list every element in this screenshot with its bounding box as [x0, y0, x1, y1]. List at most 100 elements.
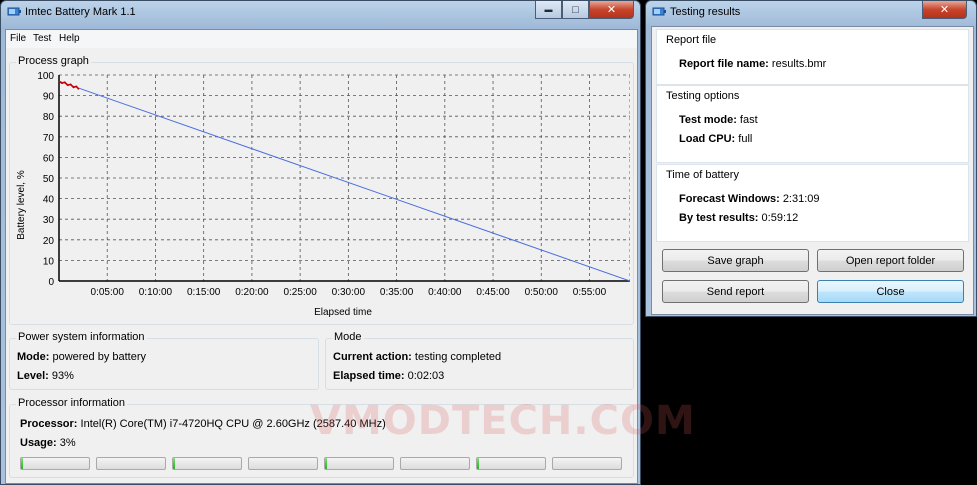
battery-chart: Battery level, % Elapsed time 0 10 20 30 40 5…: [16, 71, 630, 318]
mode-title: Mode: [332, 331, 364, 343]
x-tick-label: 0:40:00: [428, 287, 462, 298]
y-tick-label: 80: [43, 112, 55, 123]
chart-ylabel: Battery level, %: [16, 170, 27, 240]
y-tick-label: 0: [48, 277, 54, 288]
report-file-name-value: results.bmr: [771, 58, 827, 70]
report-file-panel: Report file Report file name: results.bm…: [656, 29, 969, 85]
core-load-bar: [476, 457, 546, 470]
menu-help[interactable]: Help: [59, 33, 80, 44]
results-window-title: Testing results: [670, 6, 741, 18]
power-mode-value: powered by battery: [52, 351, 147, 363]
x-tick-label: 0:05:00: [91, 287, 125, 298]
close-button[interactable]: ✕: [589, 1, 634, 19]
x-tick-label: 0:50:00: [525, 287, 559, 298]
usage-value: 3%: [59, 437, 76, 449]
open-report-folder-button[interactable]: Open report folder: [817, 249, 964, 272]
processor-title: Processor information: [16, 397, 127, 409]
close-icon: ✕: [939, 4, 950, 16]
maximize-button[interactable]: □: [562, 1, 589, 19]
power-system-group: Power system information Mode: powered b…: [9, 331, 319, 390]
minimize-icon: ▬: [544, 5, 553, 14]
close-dialog-button[interactable]: Close: [817, 280, 964, 303]
processor-label: Processor:: [20, 418, 78, 430]
x-tick-label: 0:55:00: [573, 287, 607, 298]
elapsed-time-label: Elapsed time:: [333, 370, 405, 382]
y-tick-label: 30: [43, 215, 55, 226]
core-load-bars: [20, 457, 630, 471]
power-mode-label: Mode:: [17, 351, 50, 363]
y-tick-label: 20: [43, 236, 55, 247]
core-load-bar: [172, 457, 242, 470]
menu-bar: File Test Help: [6, 30, 637, 48]
process-graph-group: Process graph Battery level, % Elapsed t…: [9, 55, 634, 325]
forecast-windows-label: Forecast Windows:: [679, 193, 780, 205]
current-action-label: Current action:: [333, 351, 412, 363]
y-tick-label: 50: [43, 174, 55, 185]
y-tick-label: 100: [37, 71, 54, 82]
current-action-value: testing completed: [414, 351, 502, 363]
battery-app-icon: [7, 7, 21, 16]
processor-value: Intel(R) Core(TM) i7-4720HQ CPU @ 2.60GH…: [80, 418, 386, 430]
core-load-fill: [325, 458, 327, 469]
main-client-area: File Test Help Process graph Battery lev…: [5, 29, 638, 484]
x-tick-label: 0:45:00: [476, 287, 510, 298]
maximize-icon: □: [572, 3, 579, 16]
power-system-title: Power system information: [16, 331, 147, 343]
processor-group: Processor information Processor: Intel(R…: [9, 397, 634, 478]
x-tick-label: 0:15:00: [187, 287, 221, 298]
load-cpu-label: Load CPU:: [679, 133, 736, 145]
x-tick-label: 0:10:00: [139, 287, 173, 298]
core-load-bar: [552, 457, 622, 470]
usage-label: Usage:: [20, 437, 57, 449]
y-tick-label: 40: [43, 195, 55, 206]
results-client-area: Report file Report file name: results.bm…: [651, 26, 974, 315]
core-load-bar: [400, 457, 470, 470]
by-test-results-value: 0:59:12: [761, 212, 799, 224]
x-tick-label: 0:25:00: [283, 287, 317, 298]
core-load-fill: [21, 458, 23, 469]
core-load-bar: [324, 457, 394, 470]
x-tick-label: 0:20:00: [235, 287, 269, 298]
mode-group: Mode Current action: testing completed E…: [325, 331, 634, 390]
elapsed-time-value: 0:02:03: [407, 370, 445, 382]
results-window: Testing results ✕ Report file Report fil…: [645, 0, 977, 317]
main-titlebar[interactable]: Imtec Battery Mark 1.1 ▬ □ ✕: [1, 1, 640, 25]
results-titlebar[interactable]: Testing results ✕: [646, 1, 976, 25]
time-of-battery-panel: Time of battery Forecast Windows: 2:31:0…: [656, 164, 969, 242]
measured-battery-line: [58, 80, 80, 90]
minimize-button[interactable]: ▬: [535, 1, 562, 19]
main-window: Imtec Battery Mark 1.1 ▬ □ ✕ File Test H…: [0, 0, 641, 485]
testing-options-title: Testing options: [666, 90, 740, 102]
core-load-bar: [20, 457, 90, 470]
y-tick-label: 70: [43, 133, 55, 144]
forecast-windows-value: 2:31:09: [782, 193, 820, 205]
load-cpu-value: full: [738, 133, 753, 145]
core-load-fill: [173, 458, 175, 469]
forecast-battery-line: [58, 80, 630, 282]
power-level-value: 93%: [51, 370, 74, 382]
test-mode-label: Test mode:: [679, 114, 737, 126]
results-close-button[interactable]: ✕: [922, 1, 967, 19]
core-load-bar: [96, 457, 166, 470]
x-tick-label: 0:35:00: [380, 287, 414, 298]
core-load-fill: [477, 458, 479, 469]
close-icon: ✕: [606, 4, 617, 16]
main-window-title: Imtec Battery Mark 1.1: [25, 6, 136, 18]
power-level-label: Level:: [17, 370, 49, 382]
battery-app-icon: [652, 7, 666, 16]
x-tick-label: 0:30:00: [332, 287, 366, 298]
report-file-title: Report file: [666, 34, 717, 46]
save-graph-button[interactable]: Save graph: [662, 249, 809, 272]
report-file-name-label: Report file name:: [679, 58, 769, 70]
menu-file[interactable]: File: [10, 33, 26, 44]
time-of-battery-title: Time of battery: [666, 169, 739, 181]
y-tick-label: 10: [43, 256, 55, 267]
core-load-bar: [248, 457, 318, 470]
menu-test[interactable]: Test: [33, 33, 51, 44]
testing-options-panel: Testing options Test mode: fast Load CPU…: [656, 85, 969, 163]
by-test-results-label: By test results:: [679, 212, 759, 224]
y-tick-label: 60: [43, 153, 55, 164]
send-report-button[interactable]: Send report: [662, 280, 809, 303]
chart-xlabel: Elapsed time: [314, 307, 372, 318]
y-tick-label: 90: [43, 92, 55, 103]
